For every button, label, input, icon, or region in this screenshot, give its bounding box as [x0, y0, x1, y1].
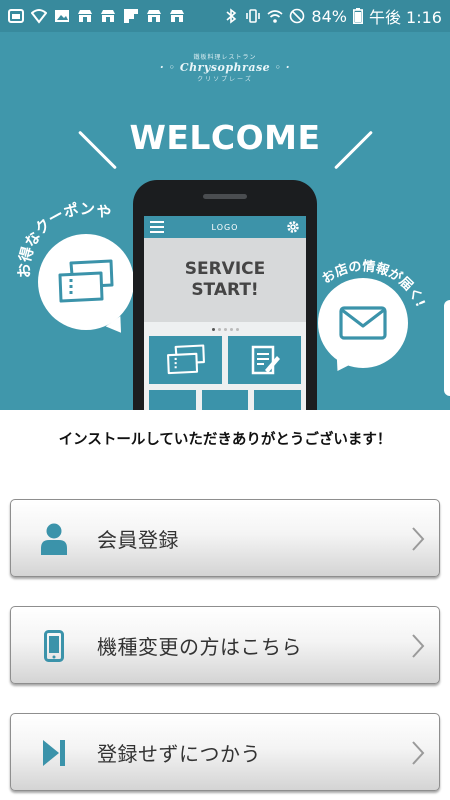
ticket-icon	[166, 344, 205, 375]
page-dot	[223, 327, 227, 331]
mock-tile-row	[144, 384, 306, 410]
page-dot	[217, 327, 221, 331]
battery-level: 84%	[311, 6, 347, 26]
welcome-heading: WELCOME	[129, 118, 321, 157]
image-icon	[8, 9, 24, 23]
use-without-registration-button[interactable]: 登録せずにつかう	[10, 713, 440, 791]
bluetooth-icon	[226, 8, 237, 24]
mock-tile	[149, 390, 196, 410]
mock-app-bar: LOGO	[144, 216, 306, 238]
button-label: 登録せずにつかう	[97, 742, 261, 766]
service-line-1: SERVICE	[184, 259, 266, 279]
page-dot	[211, 327, 215, 331]
phone-screen: LOGO SERVICE START!	[144, 216, 306, 410]
page-dot	[229, 327, 233, 331]
install-thanks-message: インストールしていただきありがとうございます！	[58, 432, 392, 448]
brand-logo: 鐵板料理レストラン · ◦ Chrysophrase ◦ · クリソプレーズ	[0, 52, 450, 83]
mock-tile	[201, 390, 249, 410]
brand-subtitle: 鐵板料理レストラン	[193, 54, 257, 61]
battery-icon	[352, 8, 363, 24]
flipboard-icon	[124, 9, 138, 23]
skip-icon	[39, 737, 69, 769]
edge-card	[444, 300, 450, 396]
clock: 午後 1:16	[368, 8, 442, 27]
smartphone-icon	[39, 630, 69, 662]
brand-name-text: Chrysophrase	[179, 61, 271, 74]
mock-service-banner: SERVICE START!	[144, 238, 306, 322]
hamburger-menu-icon	[150, 221, 164, 233]
info-bubble	[318, 278, 408, 368]
brand-ornament-left: · ◦	[159, 61, 180, 74]
brand-kana: クリソプレーズ	[197, 76, 253, 83]
store-icon	[147, 10, 161, 22]
service-line-2: START!	[191, 280, 259, 300]
phone-speaker	[203, 194, 247, 199]
notification-icons	[8, 8, 223, 24]
chevron-right-icon	[412, 527, 425, 551]
chevron-right-icon	[412, 741, 425, 765]
mock-tile-grid	[144, 336, 306, 384]
gear-icon	[287, 221, 299, 233]
wifi-icon	[267, 10, 283, 23]
ticket-icon	[58, 259, 114, 303]
mail-icon	[339, 306, 387, 340]
memo-pen-icon	[251, 345, 280, 375]
mock-tile	[254, 390, 301, 410]
store-icon	[170, 10, 184, 22]
brand-ornament-right: ◦ ·	[270, 61, 291, 74]
mock-tile-coupon	[149, 336, 222, 384]
store-icon	[101, 10, 115, 22]
vibrate-icon	[246, 9, 261, 23]
store-icon	[78, 10, 92, 22]
brand-name: · ◦ Chrysophrase ◦ ·	[0, 61, 450, 74]
no-sim-icon	[290, 8, 305, 24]
button-label: 会員登録	[97, 528, 179, 552]
page-dot	[235, 327, 239, 331]
mock-tile-notes	[228, 336, 301, 384]
button-label: 機種変更の方はこちら	[97, 635, 302, 659]
phone-illustration: LOGO SERVICE START!	[133, 180, 317, 410]
chevron-right-icon	[412, 634, 425, 658]
status-bar: 84% 午後 1:16	[0, 0, 450, 32]
system-icons: 84% 午後 1:16	[223, 4, 442, 28]
device-change-button[interactable]: 機種変更の方はこちら	[10, 606, 440, 684]
mock-page-indicator	[144, 322, 306, 336]
person-icon	[39, 523, 69, 555]
member-registration-button[interactable]: 会員登録	[10, 499, 440, 577]
wifi-shield-icon	[31, 9, 47, 24]
gallery-icon	[55, 10, 69, 22]
welcome-banner: 鐵板料理レストラン · ◦ Chrysophrase ◦ · クリソプレーズ W…	[0, 32, 450, 410]
mock-app-logo: LOGO	[211, 222, 239, 232]
app-screen: 84% 午後 1:16 鐵板料理レストラン · ◦ Chrysophrase ◦…	[0, 0, 450, 800]
